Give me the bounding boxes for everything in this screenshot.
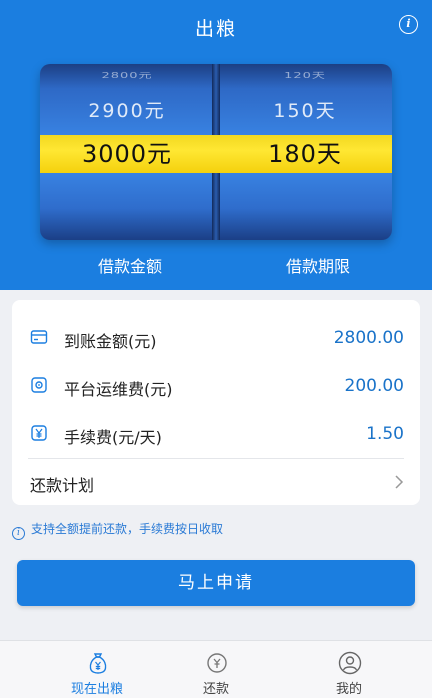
repayment-plan-link[interactable]: 还款计划 [30,472,94,496]
yen-icon [31,425,47,441]
term-option[interactable]: 150天 [218,96,392,123]
service-fee-value: 1.50 [366,424,404,444]
settings-coin-icon [31,377,47,393]
platform-fee-label: 平台运维费(元) [64,380,173,399]
card-icon [30,330,48,344]
loan-details-card: 到账金额(元) 2800.00 平台运维费(元) 200.00 手续费(元/天)… [12,300,420,505]
moneybag-icon [89,653,107,674]
selected-amount[interactable]: 3000元 [40,135,214,173]
prepayment-notice: i 支持全额提前还款，手续费按日收取 [12,520,223,540]
user-icon [338,651,362,675]
apply-now-button[interactable]: 马上申请 [17,560,415,606]
amount-option[interactable]: 2900元 [40,96,214,123]
amount-label: 借款金额 [97,257,162,276]
received-amount-label: 到账金额(元) [64,332,157,351]
service-fee-row: 手续费(元/天) 1.50 [12,410,420,458]
tab-mine[interactable]: 我的 [277,641,421,698]
notice-text: 支持全额提前还款，手续费按日收取 [31,522,224,536]
page-title: 出粮 [194,18,237,40]
received-amount-row: 到账金额(元) 2800.00 [12,314,420,362]
platform-fee-row: 平台运维费(元) 200.00 [12,362,420,410]
repay-icon [207,653,227,673]
header: 出粮 i 2800元 2900元 120天 150天 3000元 180天 借款… [0,0,432,290]
service-fee-label: 手续费(元/天) [64,428,162,447]
info-icon[interactable]: i [399,15,418,34]
term-label: 借款期限 [285,257,350,276]
tab-label: 还款 [202,682,229,697]
chevron-right-icon[interactable] [394,474,404,490]
selected-term[interactable]: 180天 [218,135,392,173]
bottom-tab-bar: 现在出粮 还款 我的 [0,640,432,698]
tab-repay[interactable]: 还款 [144,641,288,698]
info-icon: i [12,527,25,540]
term-option[interactable]: 120天 [218,69,392,80]
amount-option[interactable]: 2800元 [40,69,214,80]
received-amount-value: 2800.00 [333,328,404,348]
loan-picker[interactable]: 2800元 2900元 120天 150天 3000元 180天 [40,64,392,240]
divider [28,458,404,459]
platform-fee-value: 200.00 [344,376,404,396]
tab-label: 我的 [335,682,362,697]
